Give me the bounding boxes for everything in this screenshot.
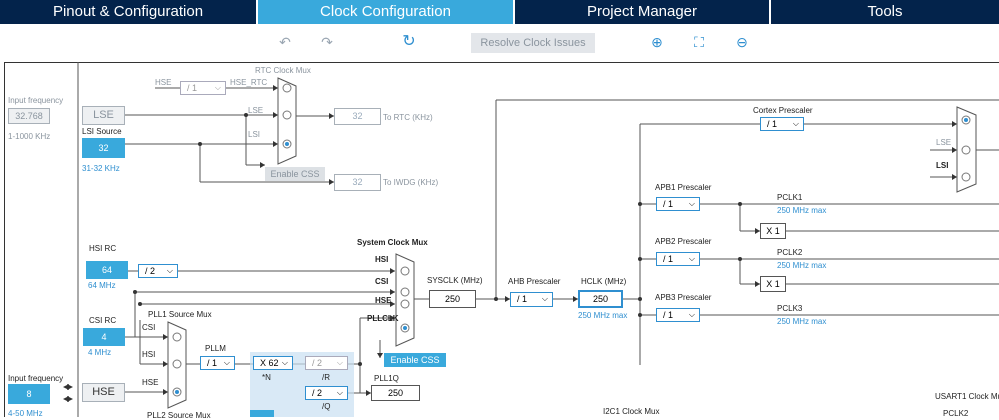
chevron-down-icon: ⌵ xyxy=(336,358,343,367)
cortex-lse-label: LSE xyxy=(936,138,952,147)
apb2-prescaler-label: APB2 Prescaler xyxy=(655,237,712,246)
pll1-hse-label: HSE xyxy=(142,378,159,387)
sysclk-value: 250 xyxy=(429,290,476,308)
pclk1-label: PCLK1 xyxy=(777,193,803,202)
hse-input-frequency-field[interactable]: 8 xyxy=(8,384,50,404)
i2c1-clock-mux-label: I2C1 Clock Mux xyxy=(603,407,660,416)
enable-css-lse-button[interactable]: Enable CSS xyxy=(265,167,325,181)
hclk-label: HCLK (MHz) xyxy=(581,277,627,286)
rtc-frequency-value: 32 xyxy=(334,108,381,125)
rtc-hse-divider-select[interactable]: / 1 ⌵ xyxy=(180,81,226,95)
cortex-prescaler-select[interactable]: / 1 ⌵ xyxy=(760,117,804,131)
lse-input-frequency-label: Input frequency xyxy=(8,96,64,105)
chevron-down-icon: ⌵ xyxy=(281,358,288,367)
cortex-lsi-label: LSI xyxy=(936,161,949,170)
hsi-frequency: 64 MHz xyxy=(88,281,116,290)
hsi-rc-label: HSI RC xyxy=(89,244,117,253)
pllq-label: /Q xyxy=(322,402,331,411)
sysmux-pllclk-label: PLLCLK xyxy=(367,314,399,323)
enable-css-hse-button[interactable]: Enable CSS xyxy=(384,353,446,367)
pllr-label: /R xyxy=(322,373,330,382)
chevron-down-icon: ⌵ xyxy=(541,294,548,303)
csi-value[interactable]: 4 xyxy=(83,328,125,346)
apb1-prescaler-select[interactable]: / 1 ⌵ xyxy=(656,197,700,211)
hclk-max: 250 MHz max xyxy=(578,311,628,320)
apb1-prescaler-label: APB1 Prescaler xyxy=(655,183,712,192)
system-clock-mux-label: System Clock Mux xyxy=(357,238,428,247)
pclk2-label: PCLK2 xyxy=(777,248,803,257)
apb1-timer-multiplier: X 1 xyxy=(760,223,786,239)
iwdg-frequency-value: 32 xyxy=(334,174,381,191)
pclk3-max: 250 MHz max xyxy=(777,317,827,326)
apb2-timer-multiplier: X 1 xyxy=(760,276,786,292)
to-rtc-label: To RTC (KHz) xyxy=(383,113,433,122)
plln-label: *N xyxy=(262,373,271,382)
plln-select[interactable]: X 62 ⌵ xyxy=(253,356,293,370)
pclk1-max: 250 MHz max xyxy=(777,206,827,215)
hclk-value[interactable]: 250 xyxy=(578,290,623,308)
sysmux-hsi-label: HSI xyxy=(375,255,389,264)
hsi-divider-select[interactable]: / 2 ⌵ xyxy=(138,264,178,278)
hsi-value[interactable]: 64 xyxy=(86,261,128,279)
pll1-hsi-label: HSI xyxy=(142,350,156,359)
sysclk-label: SYSCLK (MHz) xyxy=(427,276,483,285)
apb3-prescaler-label: APB3 Prescaler xyxy=(655,293,712,302)
hse-rtc-label: HSE_RTC xyxy=(230,78,268,87)
lse-range: 1-1000 KHz xyxy=(8,132,51,141)
ahb-prescaler-select[interactable]: / 1 ⌵ xyxy=(510,292,553,307)
pclk3-label: PCLK3 xyxy=(777,304,803,313)
cortex-prescaler-label: Cortex Prescaler xyxy=(753,106,813,115)
pclk2-max: 250 MHz max xyxy=(777,261,827,270)
chevron-down-icon: ⌵ xyxy=(792,119,799,128)
chevron-down-icon: ⌵ xyxy=(166,266,173,275)
lse-input-frequency-field[interactable]: 32.768 xyxy=(8,108,50,124)
rtc-clock-mux-label: RTC Clock Mux xyxy=(255,66,311,75)
pll1q-value: 250 xyxy=(371,385,420,401)
chevron-down-icon: ⌵ xyxy=(223,358,230,367)
apb3-prescaler-select[interactable]: / 1 ⌵ xyxy=(656,308,700,322)
chevron-down-icon: ⌵ xyxy=(688,254,695,263)
to-iwdg-label: To IWDG (KHz) xyxy=(383,178,439,187)
lsi-value[interactable]: 32 xyxy=(82,138,125,158)
chevron-down-icon: ⌵ xyxy=(688,199,695,208)
chevron-down-icon: ⌵ xyxy=(214,83,221,92)
pllm-label: PLLM xyxy=(205,344,226,353)
rtc-lsi-input-label: LSI xyxy=(248,130,261,139)
lsi-source-label: LSI Source xyxy=(82,127,122,136)
hse-input-frequency-label: Input frequency xyxy=(8,374,64,383)
pll2-source-mux-label: PLL2 Source Mux xyxy=(147,411,211,420)
csi-frequency: 4 MHz xyxy=(88,348,112,357)
pll1q-label: PLL1Q xyxy=(374,374,399,383)
sysmux-hse-label: HSE xyxy=(375,296,392,305)
rtc-lse-input-label: LSE xyxy=(248,106,264,115)
lsi-range: 31-32 KHz xyxy=(82,164,120,173)
apb2-prescaler-select[interactable]: / 1 ⌵ xyxy=(656,252,700,266)
hse-source-box[interactable]: HSE xyxy=(82,383,125,402)
pllq-select[interactable]: / 2 ⌵ xyxy=(305,386,348,400)
sysmux-csi-label: CSI xyxy=(375,277,389,286)
pll1-source-mux-label: PLL1 Source Mux xyxy=(148,310,212,319)
ahb-prescaler-label: AHB Prescaler xyxy=(508,277,561,286)
chevron-down-icon: ⌵ xyxy=(336,388,343,397)
pll1-csi-label: CSI xyxy=(142,323,156,332)
pllm-select[interactable]: / 1 ⌵ xyxy=(200,356,235,370)
usart1-clock-mux-label: USART1 Clock Mux xyxy=(935,392,999,401)
rtc-hse-label: HSE xyxy=(155,78,172,87)
chevron-down-icon: ⌵ xyxy=(688,310,695,319)
pllr-select[interactable]: / 2 ⌵ xyxy=(305,356,348,370)
lse-source-box[interactable]: LSE xyxy=(82,106,125,125)
csi-rc-label: CSI RC xyxy=(89,316,117,325)
